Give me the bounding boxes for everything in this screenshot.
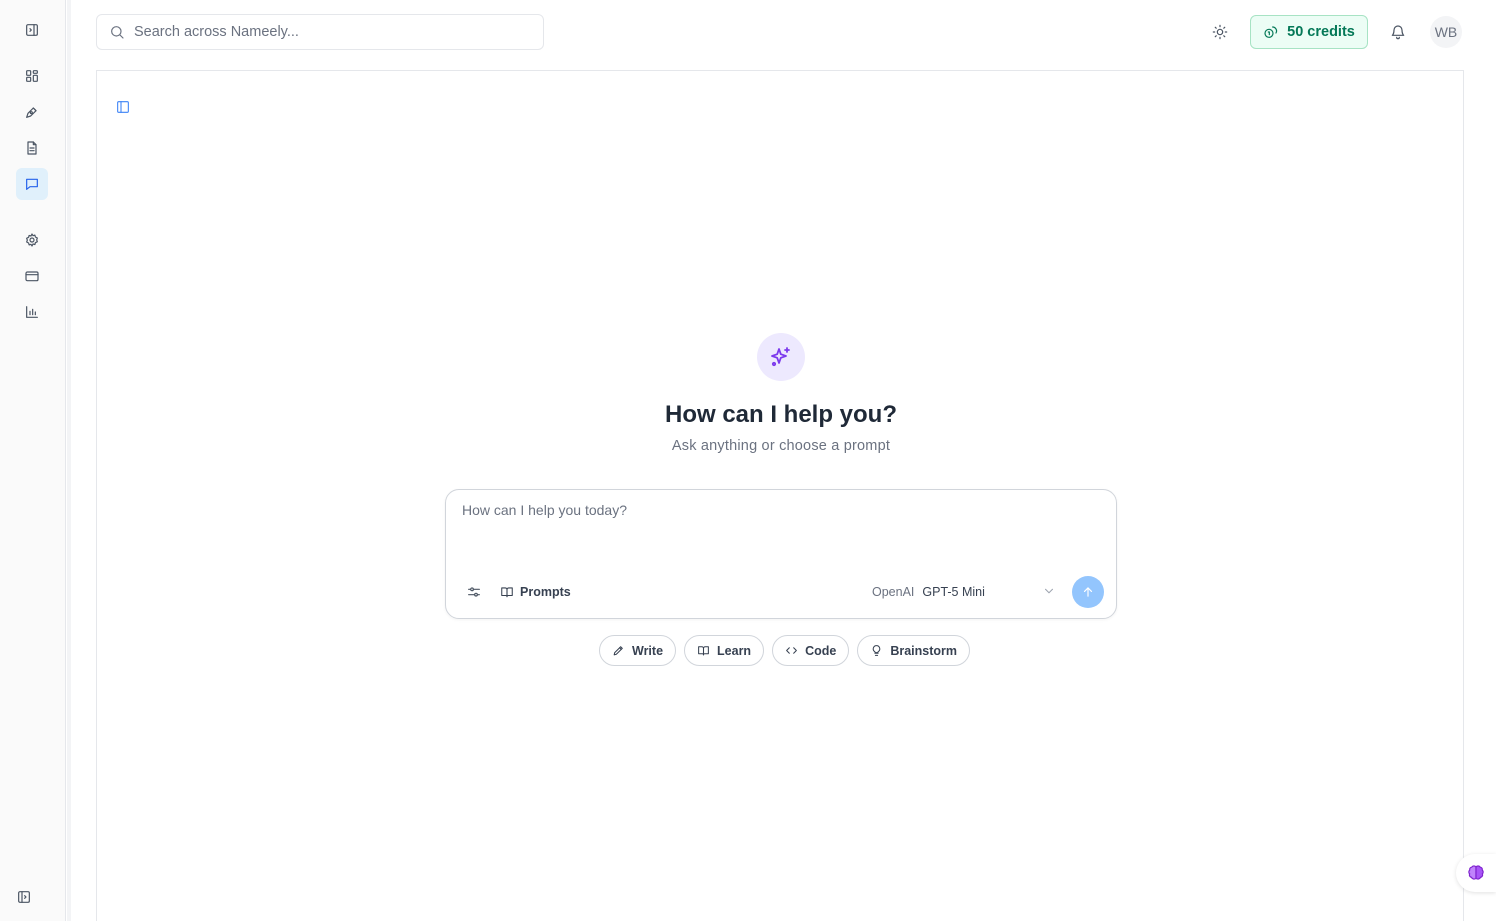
sidebar-item-analytics[interactable]: [16, 296, 48, 328]
chip-label: Code: [805, 643, 837, 658]
chip-code[interactable]: Code: [772, 635, 850, 666]
credit-card-icon: [25, 271, 39, 282]
chip-learn[interactable]: Learn: [684, 635, 765, 666]
rail-gutter: [67, 0, 71, 921]
credits-label: 50 credits: [1287, 24, 1355, 40]
chip-label: Learn: [717, 643, 752, 658]
chip-label: Write: [632, 643, 664, 658]
grid-icon: [26, 70, 38, 82]
book-open-icon: [501, 587, 513, 598]
chat-composer: Prompts OpenAI GPT-5 Mini: [445, 489, 1117, 619]
send-button[interactable]: [1072, 576, 1104, 608]
global-search[interactable]: [96, 14, 544, 50]
search-icon: [111, 26, 124, 39]
left-rail: [0, 0, 66, 921]
theme-toggle-button[interactable]: [1204, 16, 1236, 48]
sidebar-item-brand[interactable]: [16, 96, 48, 128]
panel-right-icon: [18, 891, 30, 903]
model-provider: OpenAI: [872, 585, 915, 599]
avatar[interactable]: WB: [1430, 16, 1462, 48]
sparkles-badge: [757, 333, 805, 381]
panel-left-icon: [117, 101, 129, 113]
sidebar-item-billing[interactable]: [16, 260, 48, 292]
hero-title: How can I help you?: [664, 401, 898, 428]
prompts-button[interactable]: Prompts: [500, 580, 571, 604]
chevron-down-icon: [1042, 584, 1058, 600]
book-open-icon: [698, 646, 709, 656]
chat-panel: How can I help you? Ask anything or choo…: [96, 70, 1464, 921]
sidebar-item-dashboard[interactable]: [16, 60, 48, 92]
lightbulb-icon: [873, 645, 881, 656]
code-icon: [786, 647, 797, 654]
model-name: GPT-5 Mini: [922, 585, 985, 599]
credits-button[interactable]: 50 credits: [1250, 15, 1368, 49]
hero-subtitle: Ask anything or choose a prompt: [671, 438, 891, 454]
sidebar-item-settings[interactable]: [16, 224, 48, 256]
chip-write[interactable]: Write: [599, 635, 677, 666]
panel-left-icon: [26, 24, 38, 36]
ai-assistant-button[interactable]: [1456, 854, 1496, 892]
gear-icon: [26, 233, 38, 247]
coins-icon: [1264, 26, 1278, 38]
brain-icon: [1468, 865, 1484, 880]
bell-icon: [1391, 25, 1405, 40]
sun-icon: [1212, 24, 1228, 40]
chip-brainstorm[interactable]: Brainstorm: [857, 635, 971, 666]
search-input[interactable]: [134, 24, 514, 40]
sidebar-item-chat[interactable]: [16, 168, 48, 200]
pen-tool-icon: [26, 107, 37, 118]
chat-history-toggle[interactable]: [113, 97, 133, 117]
arrow-up-icon: [1083, 587, 1093, 597]
bar-chart-icon: [26, 306, 38, 318]
sliders-icon: [468, 587, 480, 597]
sparkles-icon: [771, 347, 790, 367]
composer-options-button[interactable]: [464, 582, 484, 602]
message-square-icon: [26, 178, 38, 190]
notifications-button[interactable]: [1382, 16, 1414, 48]
model-select[interactable]: OpenAI GPT-5 Mini: [872, 580, 1058, 604]
chip-label: Brainstorm: [890, 643, 958, 658]
file-text-icon: [27, 141, 37, 155]
message-input[interactable]: [462, 502, 1102, 552]
prompts-label: Prompts: [520, 585, 571, 599]
suggestion-chips: Write Learn Code Brainstorm: [599, 635, 971, 666]
collapse-sidebar-button[interactable]: [16, 14, 48, 46]
sidebar-item-documents[interactable]: [16, 132, 48, 164]
expand-sidebar-button[interactable]: [8, 881, 40, 913]
pencil-icon: [613, 646, 623, 656]
